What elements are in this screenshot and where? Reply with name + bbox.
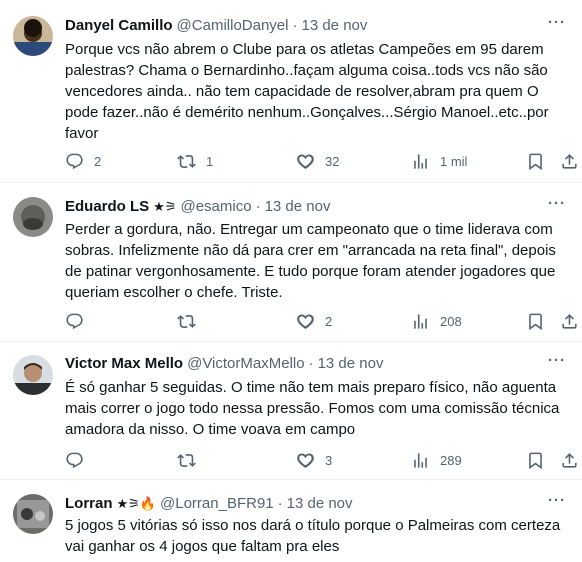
share-icon — [560, 152, 579, 171]
share-button[interactable] — [560, 450, 579, 470]
author-name[interactable]: Lorran — [65, 494, 113, 514]
tweet-date[interactable]: 13 de nov — [301, 16, 367, 36]
retweet-count: 1 — [206, 153, 214, 169]
reply-icon — [65, 312, 84, 331]
heart-icon — [296, 152, 315, 171]
separator-dot: · — [277, 495, 283, 512]
author-handle[interactable]: @esamico — [180, 197, 251, 217]
tweet-header: Lorran ★⚞🔥 @Lorran_BFR91 · 13 de nov — [65, 494, 353, 514]
reply-icon — [65, 152, 84, 171]
views-icon — [411, 312, 430, 331]
tweet-date[interactable]: 13 de nov — [318, 354, 384, 374]
reply-icon — [65, 451, 84, 470]
views-count: 1 mil — [440, 153, 468, 169]
name-badge: ★⚞ — [153, 199, 177, 214]
tweet[interactable]: Lorran ★⚞🔥 @Lorran_BFR91 · 13 de nov ···… — [0, 480, 582, 562]
author-name[interactable]: Eduardo LS — [65, 197, 149, 217]
retweet-icon — [177, 451, 196, 470]
tweet-text: É só ganhar 5 seguidas. O time não tem m… — [65, 379, 560, 438]
tweet-text: Porque vcs não abrem o Clube para os atl… — [65, 41, 549, 142]
like-button[interactable]: 2 — [296, 311, 332, 331]
heart-icon — [296, 312, 315, 331]
author-name[interactable]: Danyel Camillo — [65, 16, 173, 36]
like-count: 32 — [325, 153, 340, 169]
avatar[interactable] — [13, 197, 53, 237]
name-badge: ★⚞🔥 — [116, 496, 157, 511]
tweet-date[interactable]: 13 de nov — [265, 197, 331, 217]
retweet-button[interactable] — [177, 450, 196, 470]
retweet-button[interactable] — [177, 311, 196, 331]
share-icon — [560, 312, 579, 331]
reply-button[interactable] — [65, 311, 84, 331]
tweet-text: 5 jogos 5 vitórias só isso nos dará o tí… — [65, 517, 561, 555]
tweet-actions: 3 289 — [65, 450, 582, 470]
reply-button[interactable] — [65, 450, 84, 470]
retweet-icon — [177, 312, 196, 331]
tweet-header: Danyel Camillo @CamilloDanyel · 13 de no… — [65, 16, 367, 36]
avatar[interactable] — [13, 494, 53, 534]
tweet[interactable]: Victor Max Mello @VictorMaxMello · 13 de… — [0, 342, 582, 480]
tweet-text: Perder a gordura, não. Entregar um campe… — [65, 221, 556, 301]
tweet-date[interactable]: 13 de nov — [287, 494, 353, 514]
separator-dot: · — [292, 17, 298, 34]
tweet-actions: 2 1 32 1 mil — [65, 151, 582, 171]
reply-button[interactable]: 2 — [65, 151, 101, 171]
avatar[interactable] — [13, 355, 53, 395]
bookmark-button[interactable] — [526, 450, 545, 470]
share-button[interactable] — [560, 311, 579, 331]
heart-icon — [296, 451, 315, 470]
author-name[interactable]: Victor Max Mello — [65, 354, 183, 374]
like-count: 3 — [325, 452, 333, 468]
retweet-button[interactable]: 1 — [177, 151, 213, 171]
bookmark-button[interactable] — [526, 311, 545, 331]
more-options-icon[interactable]: ··· — [548, 352, 566, 369]
views-button[interactable]: 208 — [411, 311, 462, 331]
author-handle[interactable]: @Lorran_BFR91 — [160, 494, 274, 514]
more-options-icon[interactable]: ··· — [548, 492, 566, 509]
views-count: 208 — [440, 313, 462, 329]
like-button[interactable]: 3 — [296, 450, 332, 470]
separator-dot: · — [308, 355, 314, 372]
share-button[interactable] — [560, 151, 579, 171]
separator-dot: · — [255, 198, 261, 215]
tweet[interactable]: Danyel Camillo @CamilloDanyel · 13 de no… — [0, 0, 582, 183]
author-handle[interactable]: @VictorMaxMello — [187, 354, 304, 374]
views-icon — [411, 451, 430, 470]
tweet-actions: 2 208 — [65, 311, 582, 331]
views-icon — [411, 152, 430, 171]
bookmark-icon — [526, 152, 545, 171]
bookmark-icon — [526, 312, 545, 331]
tweet-header: Victor Max Mello @VictorMaxMello · 13 de… — [65, 354, 383, 374]
share-icon — [560, 451, 579, 470]
tweet-header: Eduardo LS ★⚞ @esamico · 13 de nov — [65, 197, 330, 217]
views-count: 289 — [440, 452, 462, 468]
retweet-icon — [177, 152, 196, 171]
reply-count: 2 — [94, 153, 102, 169]
like-count: 2 — [325, 313, 333, 329]
bookmark-icon — [526, 451, 545, 470]
more-options-icon[interactable]: ··· — [548, 195, 566, 212]
tweet[interactable]: Eduardo LS ★⚞ @esamico · 13 de nov ··· P… — [0, 183, 582, 342]
author-handle[interactable]: @CamilloDanyel — [177, 16, 289, 36]
like-button[interactable]: 32 — [296, 151, 339, 171]
views-button[interactable]: 1 mil — [411, 151, 467, 171]
views-button[interactable]: 289 — [411, 450, 462, 470]
bookmark-button[interactable] — [526, 151, 545, 171]
avatar[interactable] — [13, 16, 53, 56]
more-options-icon[interactable]: ··· — [548, 14, 566, 31]
